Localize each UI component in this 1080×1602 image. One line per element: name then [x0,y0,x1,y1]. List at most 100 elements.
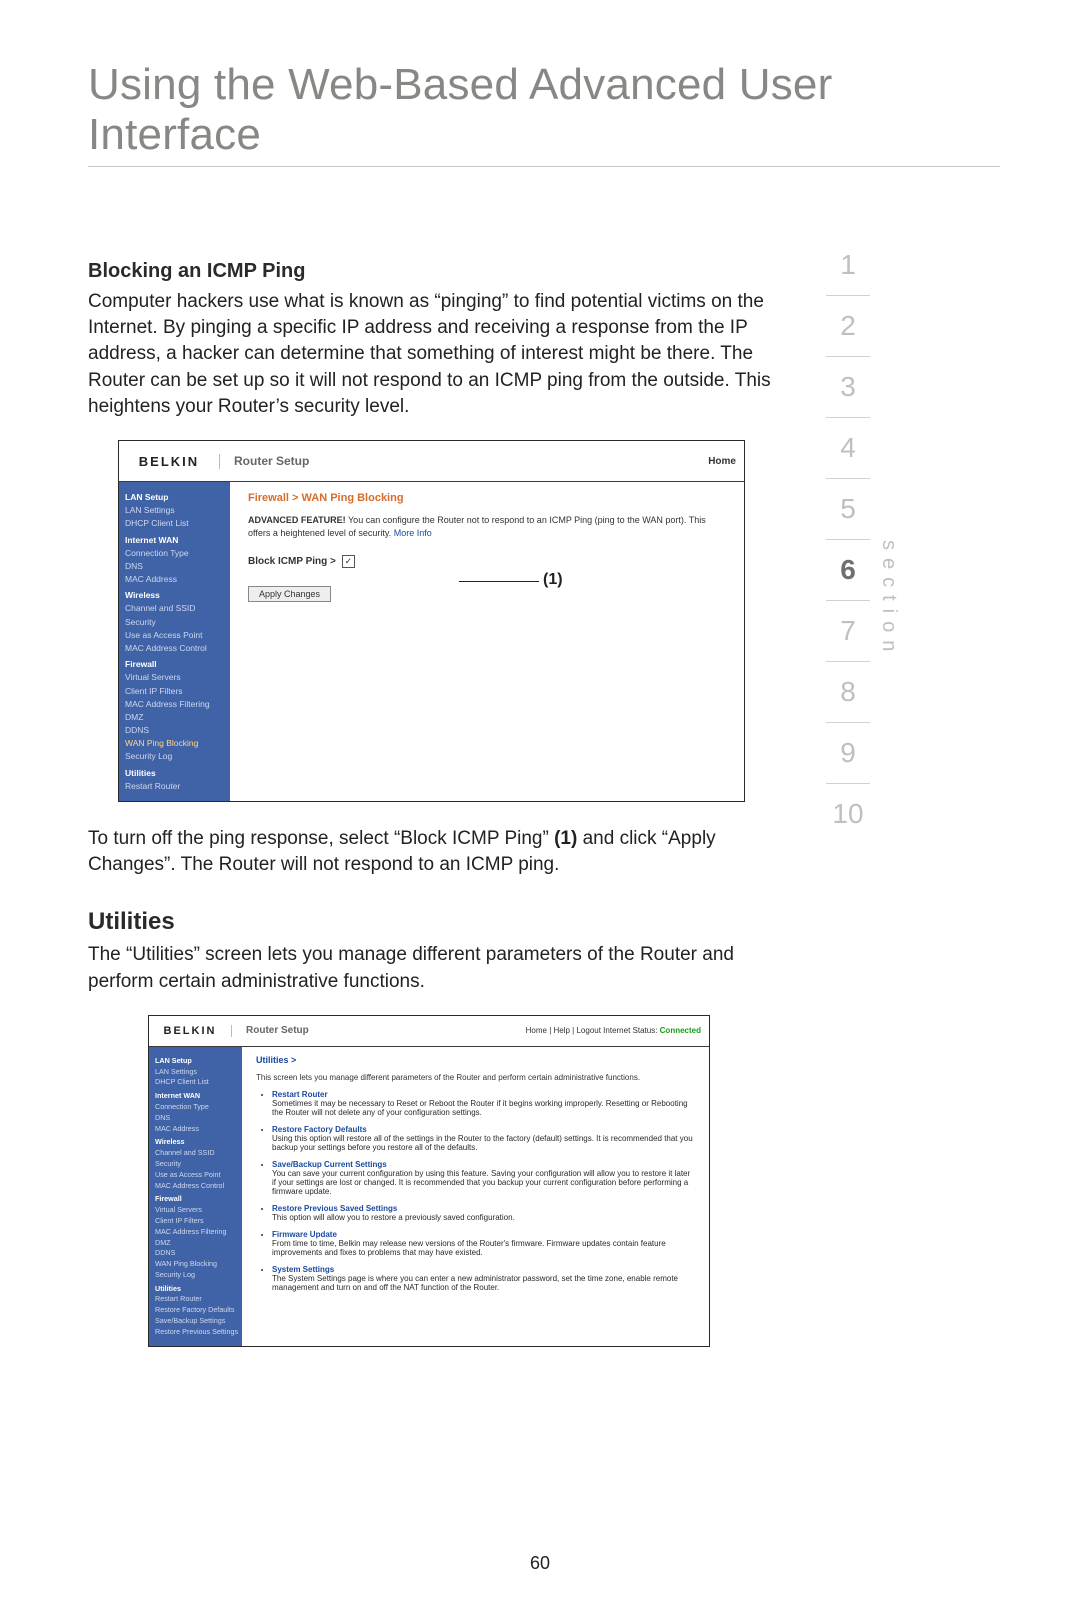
sidebar-item[interactable]: MAC Address Filtering [125,698,225,711]
sidebar-item[interactable]: Connection Type [155,1102,237,1113]
router-setup-title: Router Setup [220,454,708,468]
sidebar-item[interactable]: LAN Settings [155,1067,237,1078]
section-nav-item-7[interactable]: 7 [826,601,870,662]
more-info-link[interactable]: More Info [394,528,432,538]
feature-bold: ADVANCED FEATURE! [248,515,346,525]
heading-blocking-icmp: Blocking an ICMP Ping [88,260,800,283]
sidebar-item[interactable]: Virtual Servers [125,671,225,684]
sidebar-item[interactable]: LAN Settings [125,504,225,517]
sidebar-item[interactable]: MAC Address Filtering [155,1227,237,1238]
utilities-list-item: System SettingsThe System Settings page … [272,1265,695,1292]
utilities-list-item: Restart RouterSometimes it may be necess… [272,1090,695,1117]
section-nav-item-8[interactable]: 8 [826,662,870,723]
sidebar-item[interactable]: Restart Router [125,780,225,793]
sidebar-item[interactable]: DDNS [155,1248,237,1259]
sidebar-item[interactable]: Security [125,616,225,629]
sidebar-heading: Firewall [155,1194,237,1205]
sidebar-item[interactable]: DMZ [155,1238,237,1249]
sidebar-item[interactable]: Use as Access Point [125,629,225,642]
sidebar-item[interactable]: Security Log [125,750,225,763]
heading-utilities: Utilities [88,908,800,936]
sidebar-item[interactable]: Restart Router [155,1294,237,1305]
router-sidebar: LAN SetupLAN SettingsDHCP Client List Int… [119,482,230,801]
para-after-screenshot: To turn off the ping response, select “B… [88,826,800,878]
sidebar-item[interactable]: Client IP Filters [125,685,225,698]
sidebar-heading: Utilities [155,1284,237,1295]
sidebar-heading: LAN Setup [155,1056,237,1067]
sidebar-item[interactable]: Use as Access Point [155,1170,237,1181]
router-status-links[interactable]: Home | Help | Logout Internet Status: Co… [526,1026,701,1035]
utilities-list: Restart RouterSometimes it may be necess… [256,1090,695,1292]
router-sidebar-2: LAN SetupLAN SettingsDHCP Client List Int… [149,1047,242,1346]
router-breadcrumb-2: Utilities > [256,1055,695,1065]
utilities-item-desc: The System Settings page is where you ca… [272,1274,695,1292]
section-nav-item-4[interactable]: 4 [826,418,870,479]
sidebar-item[interactable]: Connection Type [125,547,225,560]
section-nav-item-1[interactable]: 1 [826,235,870,296]
utilities-item-title[interactable]: Restore Previous Saved Settings [272,1204,397,1213]
utilities-item-desc: Using this option will restore all of th… [272,1134,695,1152]
sidebar-item[interactable]: DMZ [125,711,225,724]
utilities-list-item: Save/Backup Current SettingsYou can save… [272,1160,695,1196]
sidebar-item[interactable]: Security Log [155,1270,237,1281]
router-top-links-text: Home | Help | Logout Internet Status: [526,1026,660,1035]
sidebar-item[interactable]: DHCP Client List [155,1077,237,1088]
sidebar-item[interactable]: Channel and SSID [155,1148,237,1159]
sidebar-item[interactable]: DHCP Client List [125,517,225,530]
sidebar-heading: LAN Setup [125,491,225,504]
utilities-item-desc: This option will allow you to restore a … [272,1213,695,1222]
section-nav: 12345678910 [826,235,870,844]
after-text-pre: To turn off the ping response, select “B… [88,828,554,849]
sidebar-heading: Internet WAN [125,534,225,547]
section-nav-item-9[interactable]: 9 [826,723,870,784]
section-nav-item-10[interactable]: 10 [826,784,870,844]
sidebar-item[interactable]: MAC Address [125,573,225,586]
utilities-item-title[interactable]: Firmware Update [272,1230,337,1239]
utilities-item-title[interactable]: Restore Factory Defaults [272,1125,367,1134]
sidebar-heading: Firewall [125,658,225,671]
sidebar-item[interactable]: Restore Factory Defaults [155,1305,237,1316]
sidebar-heading: Wireless [125,589,225,602]
para-blocking-icmp: Computer hackers use what is known as “p… [88,289,800,420]
router-brand-2: BELKIN [149,1025,232,1037]
utilities-item-title[interactable]: Save/Backup Current Settings [272,1160,387,1169]
sidebar-item[interactable]: Client IP Filters [155,1216,237,1227]
sidebar-item[interactable]: MAC Address Control [125,642,225,655]
router-feature-text: ADVANCED FEATURE! You can configure the … [248,514,730,539]
section-nav-item-6[interactable]: 6 [826,540,870,601]
router-screenshot-2: BELKIN Router Setup Home | Help | Logout… [148,1015,710,1347]
sidebar-heading: Wireless [155,1137,237,1148]
para-utilities: The “Utilities” screen lets you manage d… [88,942,800,994]
sidebar-item[interactable]: Restore Previous Settings [155,1327,237,1338]
apply-changes-button[interactable]: Apply Changes [248,586,331,602]
callout-1: (1) [543,571,563,589]
callout-line [459,581,539,582]
sidebar-item[interactable]: WAN Ping Blocking [125,737,225,750]
sidebar-item[interactable]: Channel and SSID [125,602,225,615]
sidebar-item[interactable]: Security [155,1159,237,1170]
section-nav-item-3[interactable]: 3 [826,357,870,418]
sidebar-item[interactable]: Virtual Servers [155,1205,237,1216]
section-nav-item-2[interactable]: 2 [826,296,870,357]
utilities-list-item: Firmware UpdateFrom time to time, Belkin… [272,1230,695,1257]
sidebar-item[interactable]: MAC Address Control [155,1181,237,1192]
section-nav-item-5[interactable]: 5 [826,479,870,540]
utilities-item-title[interactable]: System Settings [272,1265,334,1274]
sidebar-item[interactable]: Save/Backup Settings [155,1316,237,1327]
utilities-item-desc: Sometimes it may be necessary to Reset o… [272,1099,695,1117]
sidebar-item[interactable]: MAC Address [155,1124,237,1135]
utilities-item-title[interactable]: Restart Router [272,1090,328,1099]
page-number: 60 [0,1553,1080,1574]
sidebar-item[interactable]: WAN Ping Blocking [155,1259,237,1270]
router-home-link[interactable]: Home [708,456,736,467]
internet-status: Connected [660,1026,701,1035]
sidebar-heading: Internet WAN [155,1091,237,1102]
block-icmp-checkbox[interactable]: ✓ [342,555,355,568]
section-label: section [877,540,900,659]
sidebar-item[interactable]: DNS [155,1113,237,1124]
router-screenshot-1: BELKIN Router Setup Home LAN SetupLAN Se… [118,440,745,802]
after-text-bold: (1) [554,828,577,849]
sidebar-item[interactable]: DNS [125,560,225,573]
sidebar-item[interactable]: DDNS [125,724,225,737]
sidebar-heading: Utilities [125,767,225,780]
